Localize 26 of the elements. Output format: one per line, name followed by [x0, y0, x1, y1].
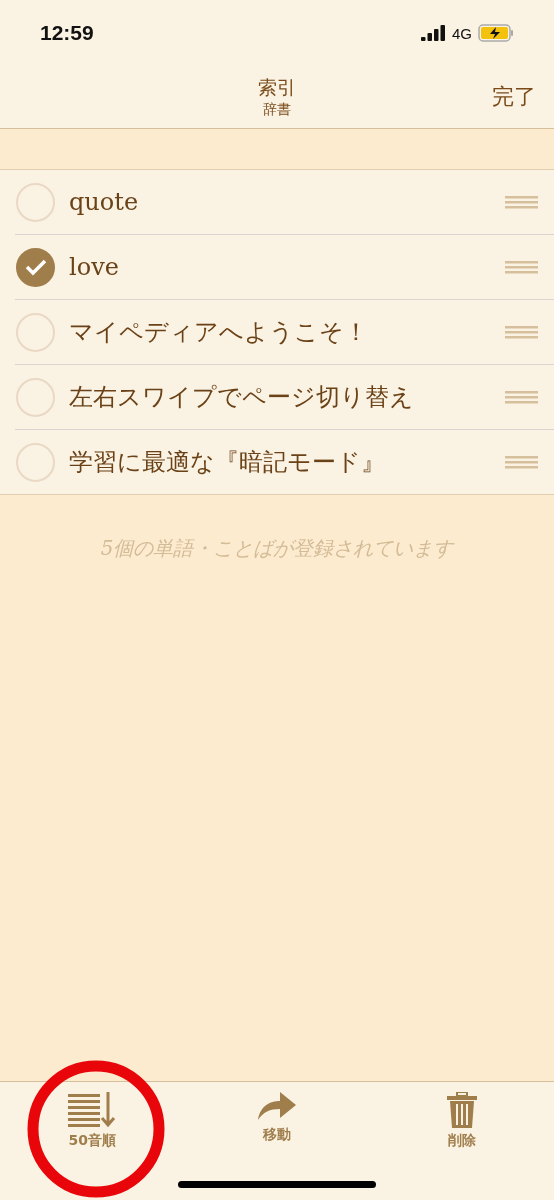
word-count-note: 5個の単語・ことばが登録されています [99, 535, 456, 562]
checkmark-icon [24, 258, 47, 276]
drag-handle-icon[interactable] [505, 325, 538, 339]
sort-button[interactable]: 50音順 [68, 1092, 117, 1150]
drag-handle-icon[interactable] [505, 390, 538, 404]
checkbox[interactable] [16, 247, 55, 287]
sort-icon [68, 1092, 117, 1128]
drag-handle-icon[interactable] [505, 455, 538, 469]
nav-subtitle: 辞書 [263, 101, 291, 119]
nav-title: 索引 [258, 75, 296, 100]
share-arrow-icon [258, 1092, 296, 1122]
signal-icon [421, 25, 446, 41]
word-label: 学習に最適な『暗記モード』 [69, 447, 386, 478]
word-label: 左右スワイプでページ切り替え [69, 382, 415, 413]
move-button[interactable]: 移動 [258, 1092, 296, 1144]
done-button[interactable]: 完了 [492, 82, 536, 112]
network-label: 4G [452, 24, 472, 42]
word-label: quote [69, 188, 140, 216]
battery-charging-icon [478, 24, 514, 42]
trash-icon [446, 1092, 477, 1128]
drag-handle-icon[interactable] [505, 260, 538, 274]
drag-handle-icon[interactable] [505, 195, 538, 209]
delete-button[interactable]: 削除 [446, 1092, 477, 1150]
status-time: 12:59 [40, 21, 94, 45]
word-label: マイペディアへようこそ！ [69, 317, 369, 348]
word-label: love [69, 253, 120, 281]
